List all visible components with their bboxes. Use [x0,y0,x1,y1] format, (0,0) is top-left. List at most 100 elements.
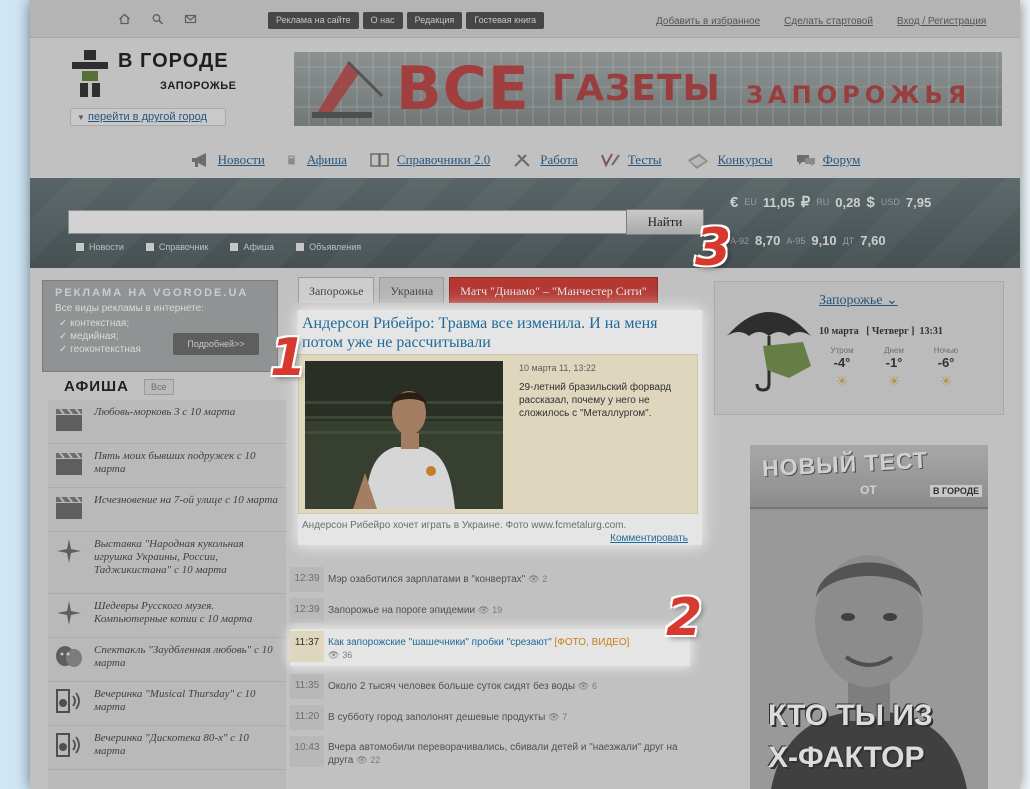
news-title[interactable]: Как запорожские "шашечники" пробки "срез… [328,637,552,648]
news-item[interactable]: 12:39 Мэр озаботился зарплатами в "конве… [290,565,705,596]
featured-title[interactable]: Андерсон Рибейро: Травма все изменила. И… [302,314,698,352]
filter-ads-checkbox[interactable]: Объявления [296,242,361,252]
fuel-value: 8,70 [755,233,781,248]
afisha-item[interactable]: Спектакль "Заудбленная любовь" с 10 март… [48,638,286,682]
nav-item-forum[interactable]: Форум [795,152,861,168]
nav-item-jobs[interactable]: Работа [512,152,578,168]
weather-city[interactable]: Запорожье ⌄ [819,292,898,309]
ad-more-button[interactable]: Подробней>> [173,333,259,355]
rate-value: 11,05 [762,194,795,210]
checkbox-box [296,243,305,251]
news-title[interactable]: Запорожье на пороге эпидемии [328,605,475,616]
fuel-code: A-92 [730,235,750,246]
afisha-item[interactable]: Вечеринка "Musical Thursday" с 10 марта [48,682,286,726]
change-city-button[interactable]: ▼ перейти в другой город [70,108,226,126]
filter-directory-checkbox[interactable]: Справочник [145,242,208,252]
logo-subtitle: ЗАПОРОЖЬЕ [160,80,237,92]
news-title[interactable]: В субботу город заполонят дешевые продук… [328,712,545,723]
afisha-item[interactable]: Любовь-морковь 3 с 10 марта [48,400,286,444]
filter-news-checkbox[interactable]: Новости [76,242,124,252]
afisha-item[interactable]: Шедевры Русского музея. Компьютерные коп… [48,594,286,638]
about-button[interactable]: О нас [362,12,403,29]
afisha-item[interactable]: Выставка "Народная кукольная игрушка Укр… [48,532,286,594]
eye-icon: 👁 [548,712,560,722]
search-input[interactable] [68,210,628,234]
xfactor-test-banner[interactable]: НОВЫЙ ТЕСТ ОТ В ГОРОДЕ КТО ТЫ ИЗ Х-ФАКТО… [750,445,988,789]
nav-item-contests[interactable]: Конкурсы [684,149,773,171]
search-button[interactable]: Найти [626,209,704,235]
featured-photo[interactable] [305,361,503,509]
nav-label: Конкурсы [717,152,773,167]
search-icon[interactable] [151,13,164,25]
rate-value: 0,28 [835,194,861,210]
tab-match[interactable]: Матч "Динамо" – "Манчестер Сити" [449,277,658,303]
checkbox-label: Новости [89,242,124,252]
clapper-icon [56,452,82,475]
ads-button[interactable]: Реклама на сайте [268,12,359,29]
news-item[interactable]: 11:20 В субботу город заполонят дешевые … [290,703,705,734]
news-tag[interactable]: [ФОТО, ВИДЕО] [554,637,629,648]
news-item[interactable]: 11:35 Около 2 тысяч человек больше суток… [290,672,705,703]
banner-title-big: ВСЕ [396,54,530,124]
afisha-item[interactable]: Вечеринка "Дискотека 80-х" с 10 марта [48,726,286,770]
tab-ukraine[interactable]: Украина [379,277,445,303]
editorial-button[interactable]: Редакция [406,12,463,29]
ad-title: РЕКЛАМА НА VGORODE.UA [55,287,249,299]
news-time: 11:35 [290,674,324,699]
newspapers-banner[interactable]: ВСЕ ГАЗЕТЫ ЗАПОРОЖЬЯ [294,52,1002,126]
player-photo-icon [305,361,503,509]
eye-icon: 👁 [528,574,540,584]
afisha-all-button[interactable]: Все [144,379,174,395]
mail-icon[interactable] [184,13,197,25]
news-item[interactable]: 12:39 Запорожье на пороге эпидемии 👁 19 [290,596,705,627]
nav-item-afisha[interactable]: Афиша [287,152,347,168]
news-title[interactable]: Мэр озаботился зарплатами в "конвертах" [328,574,525,585]
weather-period-label: Утром [830,346,854,355]
weather-period-label: Ночью [933,346,959,355]
main-nav: Новости Афиша Справочники 2.0 Работа Тес… [30,140,1020,180]
chevron-down-icon: ⌄ [885,293,898,308]
login-register-link[interactable]: Вход / Регистрация [897,16,986,27]
afisha-item-text: Выставка "Народная кукольная игрушка Укр… [94,538,244,576]
crane-icon [312,60,384,118]
filter-afisha-checkbox[interactable]: Афиша [230,242,274,252]
news-title[interactable]: Около 2 тысяч человек больше суток сидят… [328,681,575,692]
news-item[interactable]: 10:43 Вчера автомобили переворачивались,… [290,734,705,771]
set-homepage-link[interactable]: Сделать стартовой [784,16,873,27]
megaphone-icon [191,153,206,167]
afisha-item[interactable]: Пять моих бывших подружек с 10 марта [48,444,286,488]
nav-item-tests[interactable]: Тесты [600,152,662,168]
featured-article: Андерсон Рибейро: Травма все изменила. И… [298,310,702,545]
logo-title: В ГОРОДЕ [118,50,229,72]
ad-block[interactable]: РЕКЛАМА НА VGORODE.UA Все виды рекламы в… [42,280,278,372]
right-column: Запорожье ⌄ 10 марта [ Четверг ] 13:31 У… [712,275,1008,789]
news-item-highlighted[interactable]: 11:37 Как запорожские "шашечники" пробки… [290,629,690,666]
guestbook-button[interactable]: Гостевая книга [466,12,545,29]
comment-link[interactable]: Комментировать [610,533,688,544]
afisha-item-text: Спектакль "Заудбленная любовь" с 10 март… [94,644,273,669]
nav-item-directories[interactable]: Справочники 2.0 [369,152,490,168]
news-title[interactable]: Вчера автомобили переворачивались, сбива… [328,742,678,766]
nav-label: Форум [822,152,861,167]
news-views: 19 [492,605,503,615]
search-strip: Найти Новости Справочник Афиша Объявлени… [30,178,1020,268]
clapper-icon [56,408,82,431]
annotation-2: 2 [666,588,703,648]
nav-item-news[interactable]: Новости [190,152,265,168]
book-icon [370,153,389,167]
site-logo[interactable]: В ГОРОДЕ ЗАПОРОЖЬЕ [70,50,270,102]
ad-list-item: ✓ контекстная; [59,318,130,329]
ad-subtitle: Все виды рекламы в интернете: [55,303,204,314]
tab-zaporozhye[interactable]: Запорожье [298,277,375,303]
nav-label: Тесты [627,152,662,167]
afisha-item[interactable]: Исчезновение на 7-ой улице с 10 марта [48,488,286,532]
featured-lead: 29-летний бразильский форвард рассказал,… [519,382,672,419]
weather-period: Ночью -6° ☀ [931,346,961,390]
home-icon[interactable] [118,13,131,25]
add-favorites-link[interactable]: Добавить в избранное [656,16,760,27]
news-time: 12:39 [290,567,324,592]
weather-weekday: [ Четверг ] [866,326,915,337]
checkbox-box [76,243,84,251]
eye-icon: 👁 [356,755,368,765]
news-views: 6 [592,681,598,691]
